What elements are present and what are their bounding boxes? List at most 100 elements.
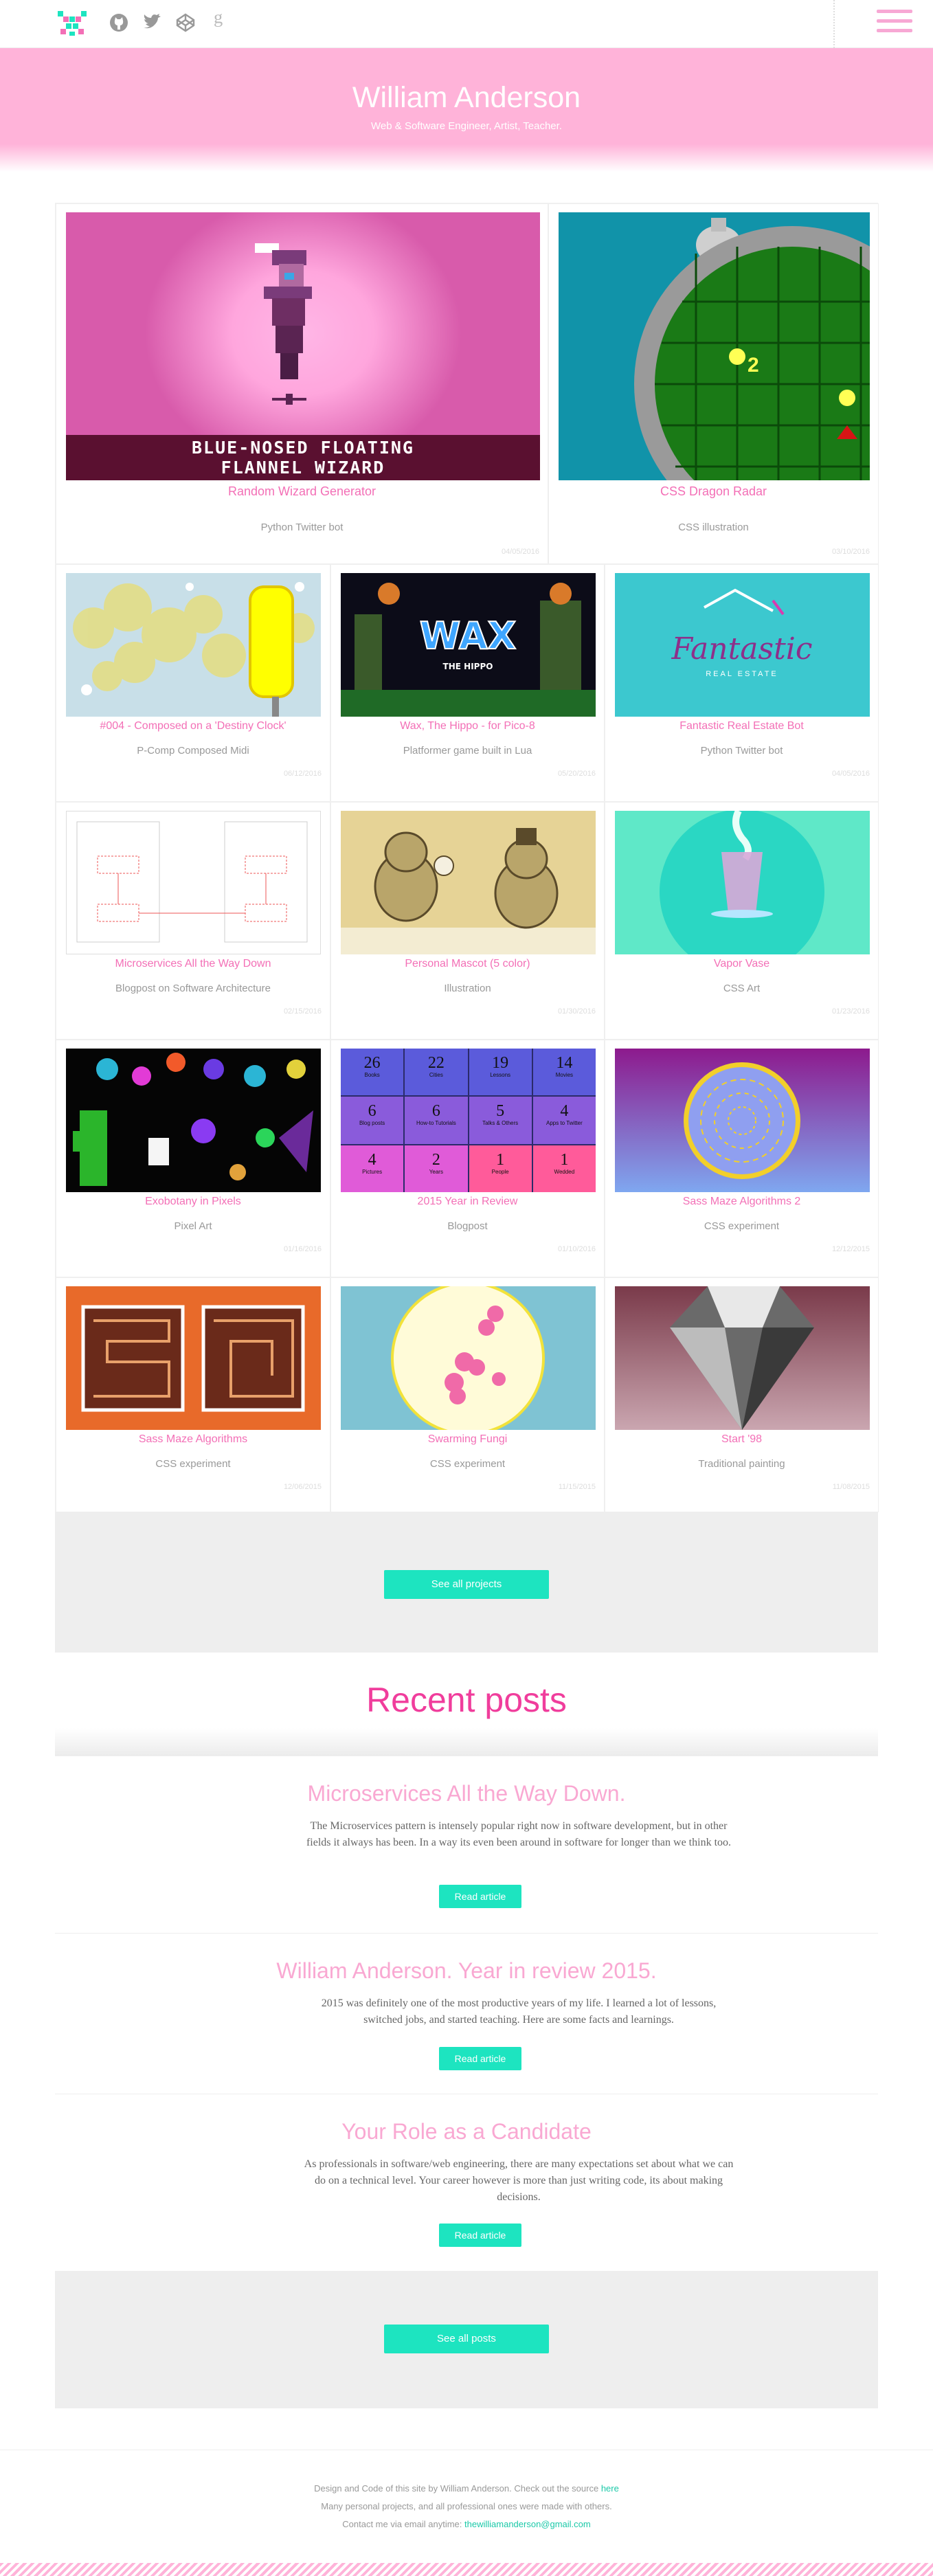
site-tagline: Web & Software Engineer, Artist, Teacher… xyxy=(371,120,562,132)
project-card[interactable]: Sass Maze Algorithms CSS experiment 12/0… xyxy=(56,1277,330,1512)
project-date: 05/20/2016 xyxy=(557,770,596,778)
project-title[interactable]: Personal Mascot (5 color) xyxy=(331,958,604,970)
year-review-label: People xyxy=(491,1168,509,1175)
post-title[interactable]: Microservices All the Way Down. xyxy=(55,1781,878,1806)
dragon-radar-drawing: 2 xyxy=(634,218,870,480)
posts-footer-band: See all posts xyxy=(55,2271,878,2408)
project-card[interactable]: 26 Books 22 Cities 19 Lessons 14 Movies 6 Blog po… xyxy=(330,1040,605,1277)
github-icon[interactable] xyxy=(109,12,129,33)
project-title[interactable]: Vapor Vase xyxy=(605,958,878,970)
project-card[interactable]: Start '98 Traditional painting 11/08/201… xyxy=(605,1277,879,1512)
projects-grid: BLUE-NOSED FLOATING FLANNEL WIZARD Rando… xyxy=(55,203,879,1512)
radar-number: 2 xyxy=(747,354,759,377)
year-review-label: Lessons xyxy=(490,1072,511,1078)
year-review-number: 6 xyxy=(431,1102,440,1121)
year-review-number: 6 xyxy=(368,1102,376,1121)
post-item: Microservices All the Way Down. The Micr… xyxy=(55,1756,878,1933)
sass-maze-2-drawing xyxy=(684,1062,800,1179)
see-all-projects-button[interactable]: See all projects xyxy=(384,1570,549,1599)
site-footer: Design and Code of this site by William … xyxy=(0,2450,933,2576)
year-review-cell: 6 Blog posts xyxy=(341,1097,404,1144)
project-subtitle: CSS experiment xyxy=(704,1220,780,1232)
year-review-grid: 26 Books 22 Cities 19 Lessons 14 Movies 6 Blog po… xyxy=(341,1049,596,1192)
email-link[interactable]: thewilliamanderson@gmail.com xyxy=(464,2519,591,2529)
see-all-posts-button[interactable]: See all posts xyxy=(384,2325,549,2353)
footer-contact-text: Contact me via email anytime: xyxy=(342,2519,462,2529)
project-card[interactable]: Microservices All the Way Down Blogpost … xyxy=(56,802,330,1040)
project-title[interactable]: Random Wizard Generator xyxy=(56,484,548,499)
read-article-button[interactable]: Read article xyxy=(439,2047,521,2070)
footer-credit-text: Design and Code of this site by William … xyxy=(314,2483,599,2494)
project-thumbnail xyxy=(66,811,321,954)
projects-footer-band: See all projects xyxy=(55,1512,878,1653)
project-thumbnail xyxy=(66,1286,321,1430)
hamburger-icon[interactable] xyxy=(877,10,912,38)
top-bar: g xyxy=(0,0,933,48)
swarming-fungi-drawing xyxy=(391,1286,545,1430)
project-title[interactable]: #004 - Composed on a 'Destiny Clock' xyxy=(56,720,330,732)
year-review-label: Books xyxy=(364,1072,380,1078)
project-thumbnail xyxy=(615,811,870,954)
project-subtitle: CSS experiment xyxy=(429,1458,506,1470)
project-title[interactable]: Sass Maze Algorithms xyxy=(56,1433,330,1446)
project-thumbnail xyxy=(615,1286,870,1430)
year-review-number: 1 xyxy=(496,1150,505,1169)
project-title[interactable]: CSS Dragon Radar xyxy=(549,484,878,499)
year-review-number: 1 xyxy=(560,1150,569,1169)
project-date: 01/10/2016 xyxy=(557,1245,596,1253)
year-review-cell: 4 Pictures xyxy=(341,1145,404,1192)
project-card[interactable]: Vapor Vase CSS Art 01/23/2016 xyxy=(605,802,879,1040)
project-card[interactable]: Personal Mascot (5 color) Illustration 0… xyxy=(330,802,605,1040)
year-review-label: Pictures xyxy=(362,1168,383,1175)
project-title[interactable]: Wax, The Hippo - for Pico-8 xyxy=(331,720,604,732)
project-title[interactable]: Swarming Fungi xyxy=(331,1433,604,1446)
project-thumbnail xyxy=(66,1049,321,1192)
project-title[interactable]: Sass Maze Algorithms 2 xyxy=(605,1196,878,1208)
project-card[interactable]: Sass Maze Algorithms 2 CSS experiment 12… xyxy=(605,1040,879,1277)
project-thumbnail xyxy=(66,573,321,717)
project-card[interactable]: WAX THE HIPPO Wax, The Hippo - for Pico-… xyxy=(330,564,605,802)
hero-banner: William Anderson Web & Software Engineer… xyxy=(0,48,933,172)
year-review-cell: 1 Wedded xyxy=(532,1145,596,1192)
project-card[interactable]: 2 CSS Dragon Radar CSS illustration 03/1… xyxy=(548,203,879,564)
project-thumbnail xyxy=(341,1286,596,1430)
project-subtitle: Pixel Art xyxy=(174,1220,212,1232)
project-date: 02/15/2016 xyxy=(283,1007,322,1016)
year-review-number: 2 xyxy=(431,1150,440,1169)
project-date: 04/05/2016 xyxy=(831,770,870,778)
project-title[interactable]: Fantastic Real Estate Bot xyxy=(605,720,878,732)
post-item: Your Role as a Candidate As professional… xyxy=(55,2094,878,2271)
post-excerpt: The Microservices pattern is intensely p… xyxy=(306,1820,732,1848)
recent-posts-heading: Recent posts xyxy=(366,1681,567,1719)
wizard-caption-box: BLUE-NOSED FLOATING FLANNEL WIZARD xyxy=(66,435,540,480)
project-title[interactable]: 2015 Year in Review xyxy=(331,1196,604,1208)
project-card[interactable]: Exobotany in Pixels Pixel Art 01/16/2016 xyxy=(56,1040,330,1277)
svg-text:g: g xyxy=(214,10,223,27)
twitter-icon[interactable] xyxy=(142,12,162,33)
read-article-button[interactable]: Read article xyxy=(439,2224,521,2247)
project-title[interactable]: Microservices All the Way Down xyxy=(56,958,330,970)
source-link[interactable]: here xyxy=(601,2483,619,2494)
footer-line-1: Design and Code of this site by William … xyxy=(0,2483,933,2494)
project-card[interactable]: #004 - Composed on a 'Destiny Clock' P-C… xyxy=(56,564,330,802)
project-title[interactable]: Exobotany in Pixels xyxy=(56,1196,330,1208)
year-review-number: 5 xyxy=(496,1102,505,1121)
fantastic-logo-drawing: Fantastic REAL ESTATE xyxy=(671,588,813,678)
year-review-number: 4 xyxy=(368,1150,376,1169)
project-card[interactable]: Swarming Fungi CSS experiment 11/15/2015 xyxy=(330,1277,605,1512)
project-date: 06/12/2016 xyxy=(283,770,322,778)
destiny-clock-drawing xyxy=(73,582,315,717)
project-card[interactable]: Fantastic REAL ESTATE Fantastic Real Est… xyxy=(605,564,879,802)
post-title[interactable]: Your Role as a Candidate xyxy=(55,2119,878,2144)
codepen-icon[interactable] xyxy=(175,12,196,33)
footer-line-2: Many personal projects, and all professi… xyxy=(321,2501,612,2511)
goodreads-icon[interactable]: g xyxy=(209,10,229,30)
project-thumbnail: 26 Books 22 Cities 19 Lessons 14 Movies 6 Blog po… xyxy=(341,1049,596,1192)
read-article-button[interactable]: Read article xyxy=(439,1885,521,1908)
project-card[interactable]: BLUE-NOSED FLOATING FLANNEL WIZARD Rando… xyxy=(56,203,548,564)
project-title[interactable]: Start '98 xyxy=(605,1433,878,1446)
post-title[interactable]: William Anderson. Year in review 2015. xyxy=(55,1958,878,1984)
project-date: 01/16/2016 xyxy=(283,1245,322,1253)
logo-icon[interactable] xyxy=(56,7,88,38)
project-thumbnail xyxy=(341,811,596,954)
